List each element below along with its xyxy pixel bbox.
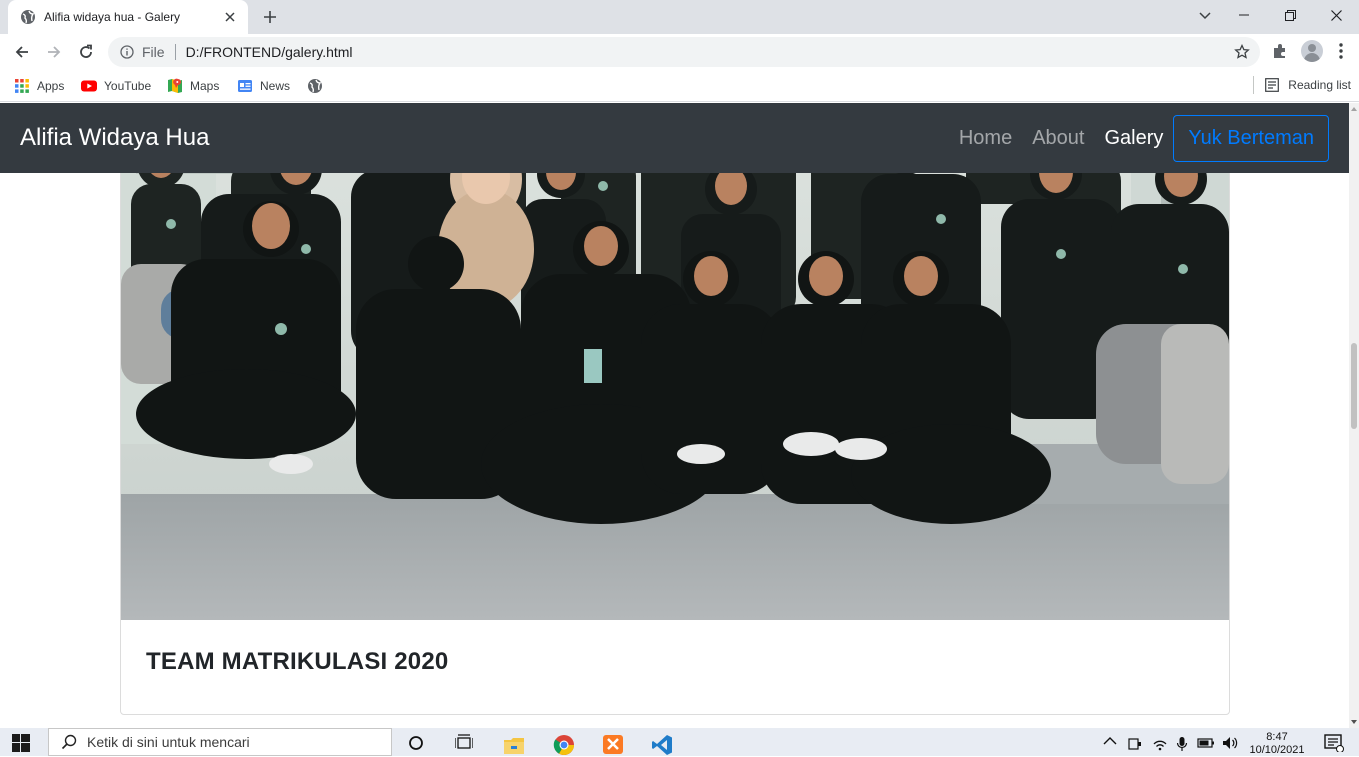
file-explorer-icon[interactable] [502,734,526,756]
clock-date: 10/10/2021 [1249,744,1305,756]
scrollbar-thumb[interactable] [1351,343,1357,429]
tab-strip: Alifia widaya hua - Galery [0,0,1359,34]
minimize-icon[interactable] [1221,0,1267,30]
search-icon [61,734,77,750]
maps-icon [168,78,182,93]
bookmark-label: Maps [190,79,220,93]
scroll-up-arrow-icon[interactable] [1351,107,1357,111]
info-icon[interactable] [120,45,134,59]
restore-icon[interactable] [1267,0,1313,30]
clock-time: 8:47 [1266,731,1288,743]
nav-link-galery[interactable]: Galery [1104,127,1163,150]
menu-icon[interactable] [1337,42,1345,60]
url-separator [174,44,176,60]
volume-icon[interactable] [1222,736,1238,750]
bookmark-apps[interactable]: Apps [14,76,64,96]
system-clock[interactable]: 8:47 10/10/2021 [1246,731,1308,757]
new-tab-icon[interactable] [258,6,282,28]
bookmark-maps[interactable]: Maps [167,76,219,96]
reload-icon[interactable] [72,38,100,66]
scroll-down-arrow-icon[interactable] [1351,720,1357,724]
site-navbar: Alifia Widaya Hua Home About Galery Yuk … [0,103,1349,173]
gallery-photo [121,103,1229,620]
bookmark-label: YouTube [104,79,152,93]
card-title: TEAM MATRIKULASI 2020 [146,648,449,675]
taskbar-search[interactable]: Ketik di sini untuk mencari [48,728,392,756]
nav-link-about[interactable]: About [1032,127,1084,150]
news-icon [238,80,252,92]
xampp-icon[interactable] [601,734,625,756]
url-text[interactable]: D:/FRONTEND/galery.html [186,44,353,60]
meet-now-icon[interactable] [1128,736,1142,752]
bookmark-star-icon[interactable] [1234,44,1250,60]
browser-toolbar: File D:/FRONTEND/galery.html [0,34,1359,70]
close-tab-icon[interactable] [222,9,238,25]
forward-icon[interactable] [40,38,68,66]
yuk-berteman-button[interactable]: Yuk Berteman [1173,114,1329,162]
bookmark-web[interactable] [307,76,330,96]
cortana-icon[interactable] [404,734,428,756]
gallery-card: TEAM MATRIKULASI 2020 [120,103,1230,715]
bookmarks-bar: Apps YouTube Maps News Reading list [0,70,1359,102]
notifications-icon[interactable] [1324,734,1344,752]
reading-list-label: Reading list [1288,78,1351,92]
wifi-icon[interactable] [1152,736,1168,752]
tab-title: Alifia widaya hua - Galery [44,10,181,24]
chrome-icon[interactable] [552,734,576,756]
navbar-brand[interactable]: Alifia Widaya Hua [20,124,209,152]
globe-icon [308,79,322,93]
bookmark-label: Apps [37,79,65,93]
vscode-icon[interactable] [650,734,674,756]
bookmark-youtube[interactable]: YouTube [81,76,151,96]
reading-list-button[interactable]: Reading list [1253,76,1351,94]
taskbar-search-placeholder: Ketik di sini untuk mencari [87,734,250,750]
bookmark-news[interactable]: News [237,76,290,96]
task-view-icon[interactable] [452,734,476,756]
back-icon[interactable] [8,38,36,66]
windows-start-icon[interactable] [12,734,30,752]
page-scrollbar[interactable] [1349,103,1359,728]
battery-icon[interactable] [1197,736,1215,750]
group-photo-image [121,103,1229,620]
profile-avatar[interactable] [1301,40,1323,62]
browser-tab[interactable]: Alifia widaya hua - Galery [8,0,248,34]
nav-link-home[interactable]: Home [959,127,1012,150]
youtube-icon [81,80,97,92]
bookmark-label: News [260,79,291,93]
apps-grid-icon [15,79,29,93]
tray-chevron-up-icon[interactable] [1103,736,1117,746]
windows-taskbar: Ketik di sini untuk mencari 8:47 10/10/2… [0,728,1359,756]
globe-icon [21,10,35,24]
reading-list-icon [1265,78,1280,92]
close-window-icon[interactable] [1313,0,1359,30]
extensions-icon[interactable] [1271,42,1289,60]
page-viewport: TEAM MATRIKULASI 2020 Alifia Widaya Hua … [0,103,1359,728]
tab-search-icon[interactable] [1192,4,1218,28]
url-scheme: File [142,44,165,60]
address-bar[interactable]: File D:/FRONTEND/galery.html [108,37,1260,67]
microphone-icon[interactable] [1176,736,1188,752]
